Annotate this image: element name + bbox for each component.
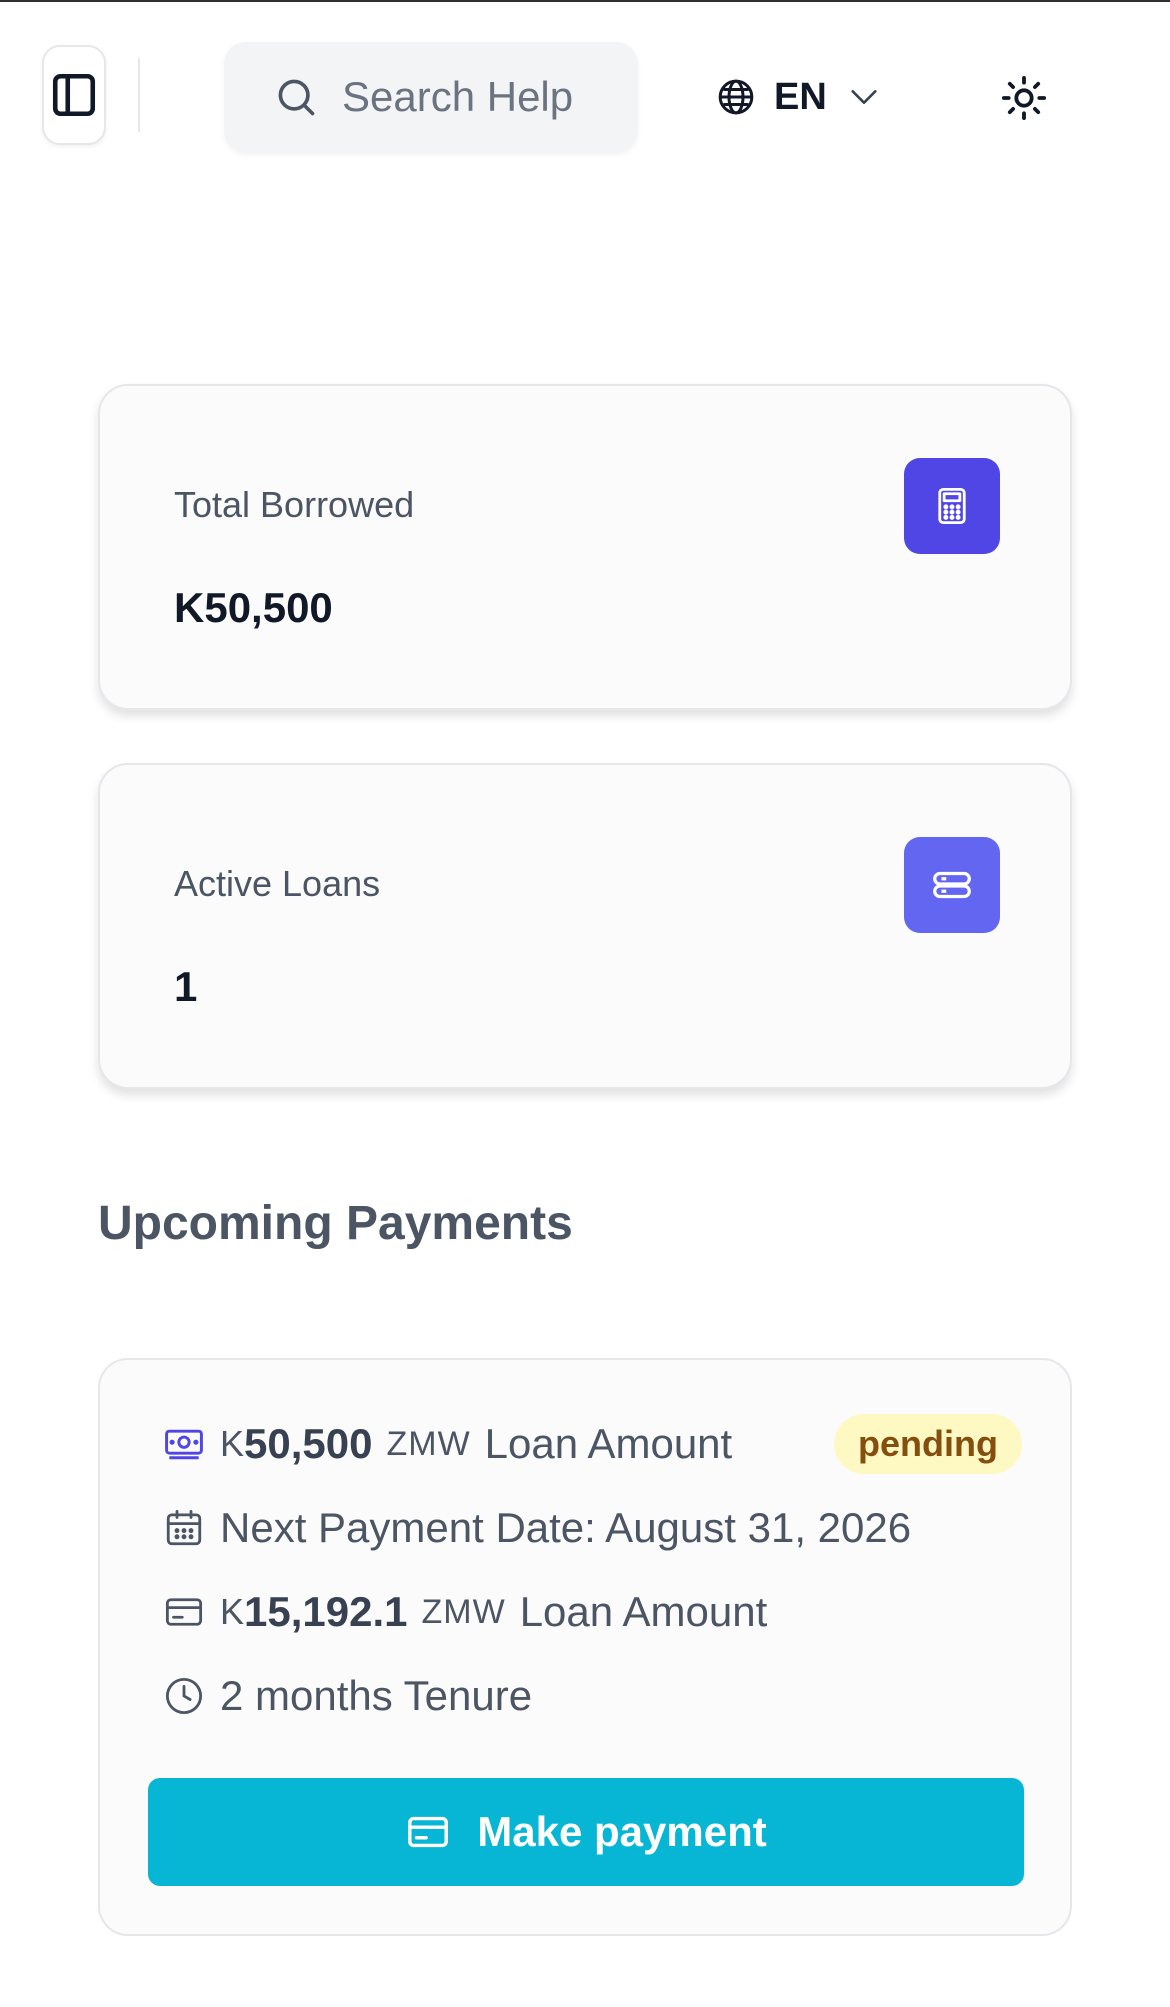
search-icon (278, 79, 315, 116)
money-icon (165, 1429, 203, 1460)
stat-label: Active Loans (174, 863, 381, 904)
make-payment-button[interactable]: Make payment (148, 1778, 1024, 1886)
calculator-icon-badge (904, 458, 1000, 554)
calculator-icon (938, 487, 966, 525)
installment-label: Loan Amount (519, 1588, 768, 1635)
language-select[interactable]: EN (716, 62, 881, 132)
card-icon-wrap (162, 1590, 206, 1634)
currency-code: ZMW (386, 1424, 471, 1463)
stat-label: Total Borrowed (174, 484, 415, 525)
currency-symbol: K (220, 1591, 245, 1632)
credit-card-icon (165, 1598, 203, 1626)
make-payment-label: Make payment (477, 1808, 767, 1855)
calendar-icon (166, 1509, 202, 1546)
installment-amount-value: 15,192.1 (244, 1588, 408, 1635)
theme-toggle-button[interactable] (996, 70, 1052, 126)
money-icon-wrap (162, 1422, 206, 1466)
next-payment-row: Next Payment Date: August 31, 2026 (162, 1498, 911, 1558)
search-help-label: Search Help (342, 73, 574, 120)
loan-amount-row: K 50,500 ZMW Loan Amount (162, 1414, 732, 1474)
status-badge: pending (834, 1414, 1022, 1474)
upcoming-payment-card: K 50,500 ZMW Loan Amount pending Next Pa… (98, 1358, 1072, 1936)
total-borrowed-card: Total Borrowed K50,500 (98, 384, 1072, 710)
currency-code: ZMW (421, 1592, 506, 1631)
calendar-icon-wrap (162, 1506, 206, 1550)
currency-symbol: K (220, 1423, 245, 1464)
installment-row: K 15,192.1 ZMW Loan Amount (162, 1582, 767, 1642)
next-payment-date: Next Payment Date: August 31, 2026 (220, 1504, 912, 1551)
globe-icon (718, 79, 754, 115)
sidebar-toggle-button[interactable] (42, 45, 106, 145)
clock-icon-wrap (162, 1674, 206, 1718)
tenure-text: 2 months Tenure (220, 1672, 533, 1719)
sidebar-panel-icon (52, 73, 96, 117)
header-divider (138, 58, 140, 132)
top-header: Search Help EN (0, 0, 1170, 190)
clock-icon (165, 1677, 203, 1715)
card-icon-wrap (405, 1809, 451, 1855)
database-icon (933, 871, 971, 899)
sun-icon (1001, 75, 1047, 121)
database-icon-badge (904, 837, 1000, 933)
loan-amount-value: 50,500 (244, 1420, 373, 1467)
tenure-row: 2 months Tenure (162, 1666, 532, 1726)
chevron-down-icon (851, 90, 877, 104)
search-help-button[interactable]: Search Help (224, 42, 638, 152)
credit-card-icon (408, 1816, 449, 1848)
upcoming-payments-title: Upcoming Payments (98, 1197, 573, 1250)
stat-value: 1 (174, 963, 198, 1010)
stat-value: K50,500 (174, 584, 333, 631)
language-code: EN (774, 75, 827, 118)
loan-amount-label: Loan Amount (484, 1420, 733, 1467)
active-loans-card: Active Loans 1 (98, 763, 1072, 1089)
